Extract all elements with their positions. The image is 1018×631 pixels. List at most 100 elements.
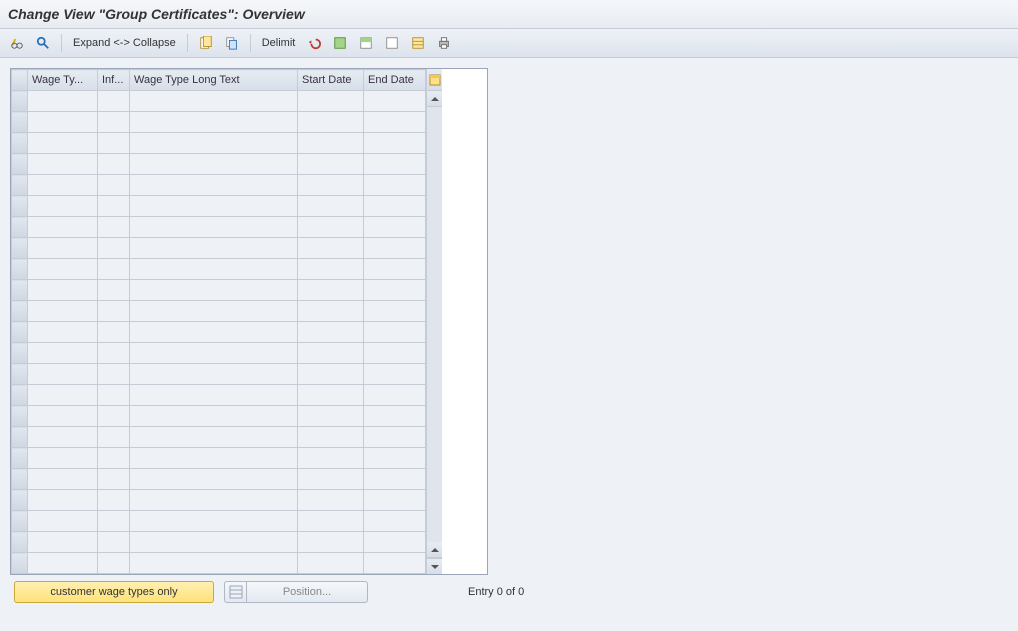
cell-start-date[interactable] xyxy=(298,91,364,112)
cell-inf[interactable] xyxy=(98,511,130,532)
table-row[interactable] xyxy=(12,406,426,427)
cell-inf[interactable] xyxy=(98,196,130,217)
cell-end-date[interactable] xyxy=(364,112,426,133)
cell-inf[interactable] xyxy=(98,133,130,154)
table-row[interactable] xyxy=(12,301,426,322)
scroll-down-button[interactable] xyxy=(427,558,442,574)
cell-start-date[interactable] xyxy=(298,196,364,217)
cell-wage-type[interactable] xyxy=(28,217,98,238)
cell-inf[interactable] xyxy=(98,217,130,238)
column-header-start-date[interactable]: Start Date xyxy=(298,70,364,91)
table-row[interactable] xyxy=(12,196,426,217)
row-selector[interactable] xyxy=(12,406,28,427)
row-selector[interactable] xyxy=(12,490,28,511)
cell-end-date[interactable] xyxy=(364,322,426,343)
scroll-up-button-2[interactable] xyxy=(427,542,442,558)
cell-end-date[interactable] xyxy=(364,175,426,196)
cell-end-date[interactable] xyxy=(364,364,426,385)
cell-start-date[interactable] xyxy=(298,280,364,301)
table-row[interactable] xyxy=(12,217,426,238)
cell-inf[interactable] xyxy=(98,280,130,301)
cell-inf[interactable] xyxy=(98,427,130,448)
table-row[interactable] xyxy=(12,469,426,490)
cell-inf[interactable] xyxy=(98,301,130,322)
select-all-header[interactable] xyxy=(12,70,28,91)
cell-inf[interactable] xyxy=(98,448,130,469)
row-selector[interactable] xyxy=(12,196,28,217)
cell-wage-type[interactable] xyxy=(28,280,98,301)
position-button[interactable]: Position... xyxy=(224,581,368,603)
row-selector[interactable] xyxy=(12,217,28,238)
cell-long-text[interactable] xyxy=(130,364,298,385)
cell-end-date[interactable] xyxy=(364,133,426,154)
row-selector[interactable] xyxy=(12,154,28,175)
cell-long-text[interactable] xyxy=(130,490,298,511)
cell-inf[interactable] xyxy=(98,469,130,490)
row-selector[interactable] xyxy=(12,259,28,280)
table-row[interactable] xyxy=(12,427,426,448)
cell-inf[interactable] xyxy=(98,154,130,175)
column-header-long-text[interactable]: Wage Type Long Text xyxy=(130,70,298,91)
cell-long-text[interactable] xyxy=(130,259,298,280)
table-row[interactable] xyxy=(12,385,426,406)
cell-long-text[interactable] xyxy=(130,280,298,301)
row-selector[interactable] xyxy=(12,385,28,406)
cell-wage-type[interactable] xyxy=(28,490,98,511)
cell-end-date[interactable] xyxy=(364,343,426,364)
expand-collapse-button[interactable]: Expand <-> Collapse xyxy=(69,33,180,53)
cell-end-date[interactable] xyxy=(364,259,426,280)
cell-long-text[interactable] xyxy=(130,469,298,490)
cell-start-date[interactable] xyxy=(298,406,364,427)
cell-inf[interactable] xyxy=(98,364,130,385)
cell-long-text[interactable] xyxy=(130,448,298,469)
cell-start-date[interactable] xyxy=(298,154,364,175)
cell-long-text[interactable] xyxy=(130,553,298,574)
row-selector[interactable] xyxy=(12,343,28,364)
table-row[interactable] xyxy=(12,112,426,133)
cell-inf[interactable] xyxy=(98,322,130,343)
cell-start-date[interactable] xyxy=(298,532,364,553)
table-row[interactable] xyxy=(12,448,426,469)
row-selector[interactable] xyxy=(12,112,28,133)
table[interactable]: Wage Ty... Inf... Wage Type Long Text St… xyxy=(11,69,426,574)
table-row[interactable] xyxy=(12,532,426,553)
cell-wage-type[interactable] xyxy=(28,91,98,112)
table-row[interactable] xyxy=(12,322,426,343)
row-selector[interactable] xyxy=(12,532,28,553)
cell-start-date[interactable] xyxy=(298,364,364,385)
cell-long-text[interactable] xyxy=(130,385,298,406)
row-selector[interactable] xyxy=(12,511,28,532)
scroll-up-button[interactable] xyxy=(427,91,442,107)
cell-end-date[interactable] xyxy=(364,154,426,175)
cell-wage-type[interactable] xyxy=(28,301,98,322)
table-row[interactable] xyxy=(12,175,426,196)
customer-wage-types-button[interactable]: customer wage types only xyxy=(14,581,214,603)
cell-wage-type[interactable] xyxy=(28,175,98,196)
row-selector[interactable] xyxy=(12,280,28,301)
cell-start-date[interactable] xyxy=(298,490,364,511)
cell-start-date[interactable] xyxy=(298,448,364,469)
cell-long-text[interactable] xyxy=(130,511,298,532)
table-row[interactable] xyxy=(12,91,426,112)
cell-end-date[interactable] xyxy=(364,511,426,532)
change-mode-button[interactable] xyxy=(6,33,28,53)
cell-long-text[interactable] xyxy=(130,532,298,553)
row-selector[interactable] xyxy=(12,91,28,112)
table-row[interactable] xyxy=(12,343,426,364)
select-block-button[interactable] xyxy=(355,33,377,53)
cell-wage-type[interactable] xyxy=(28,259,98,280)
cell-start-date[interactable] xyxy=(298,259,364,280)
row-selector[interactable] xyxy=(12,469,28,490)
cell-end-date[interactable] xyxy=(364,217,426,238)
column-header-end-date[interactable]: End Date xyxy=(364,70,426,91)
cell-start-date[interactable] xyxy=(298,175,364,196)
cell-wage-type[interactable] xyxy=(28,532,98,553)
cell-start-date[interactable] xyxy=(298,238,364,259)
row-selector[interactable] xyxy=(12,133,28,154)
cell-inf[interactable] xyxy=(98,532,130,553)
cell-long-text[interactable] xyxy=(130,322,298,343)
cell-long-text[interactable] xyxy=(130,427,298,448)
config-button[interactable] xyxy=(407,33,429,53)
table-row[interactable] xyxy=(12,511,426,532)
cell-start-date[interactable] xyxy=(298,133,364,154)
